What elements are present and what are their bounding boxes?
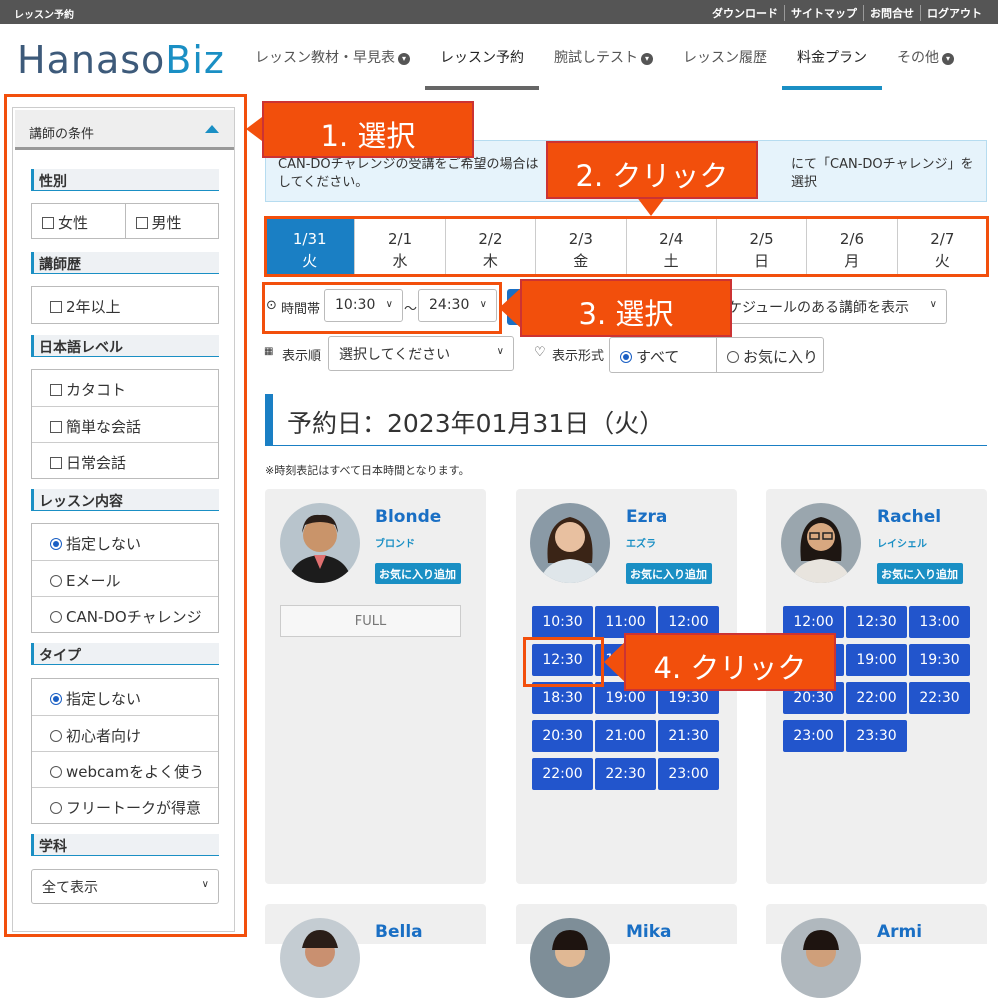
time-slot-button[interactable]: 12:30: [846, 606, 907, 638]
nav-other-label: その他: [897, 50, 939, 66]
format-all-label: すべて: [636, 348, 680, 366]
time-slot-button[interactable]: 20:30: [532, 720, 593, 752]
order-label: 表示順: [282, 349, 322, 364]
nav-history[interactable]: レッスン履歴: [668, 38, 782, 90]
nav-pricing[interactable]: 料金プラン: [782, 38, 882, 90]
annotation-box-4: [523, 637, 604, 687]
nav-materials-label: レッスン教材・早見表: [255, 50, 395, 66]
grid-icon: ▦: [264, 346, 274, 357]
time-slot-button[interactable]: 22:00: [532, 758, 593, 790]
annotation-box-1: [4, 94, 247, 937]
chevron-down-icon: ∨: [929, 299, 937, 310]
format-label: 表示形式: [552, 349, 605, 364]
annotation-box-2: [264, 216, 989, 277]
add-favorite-button[interactable]: お気に入り追加: [877, 563, 963, 584]
callout-3: 3. 選択: [520, 279, 732, 337]
time-slot-button[interactable]: 22:30: [595, 758, 656, 790]
nav-test[interactable]: 腕試しテスト ▾: [539, 38, 668, 90]
booking-date-heading: 予約日：2023年01月31日（火）: [265, 394, 987, 446]
logout-link[interactable]: ログアウト: [920, 5, 988, 21]
time-slot-button[interactable]: 23:00: [658, 758, 719, 790]
nav-lesson-booking[interactable]: レッスン予約: [425, 38, 539, 90]
teacher-avatar[interactable]: [280, 918, 360, 998]
teacher-kana: エズラ: [626, 539, 656, 550]
format-toggle: すべて お気に入り: [609, 337, 824, 373]
logo-part2: Biz: [165, 38, 225, 82]
sitemap-link[interactable]: サイトマップ: [784, 5, 863, 21]
notice-line1-right: にて「CAN-DOチャレンジ」を選択: [791, 157, 974, 190]
time-slot-button[interactable]: 13:00: [909, 606, 970, 638]
format-fav-label: お気に入り: [743, 348, 819, 366]
format-all-radio[interactable]: すべて: [610, 338, 716, 372]
teacher-name[interactable]: Bella: [375, 922, 423, 942]
annotation-box-3: [262, 282, 502, 334]
timezone-note: ※時刻表記はすべて日本時間となります。: [265, 464, 470, 477]
chevron-down-icon: ∨: [496, 346, 504, 357]
teacher-name[interactable]: Rachel: [877, 507, 941, 527]
chevron-down-icon: ▾: [641, 53, 653, 65]
time-slot-button[interactable]: 21:00: [595, 720, 656, 752]
top-bar-links: ダウンロード サイトマップ お問合せ ログアウト: [706, 5, 988, 21]
callout-4: 4. クリック: [624, 633, 836, 691]
schedule-filter-select[interactable]: ケジュールのある講師を表示 ∨: [718, 289, 947, 324]
callout-2-pointer: [636, 196, 666, 216]
teacher-name[interactable]: Armi: [877, 922, 922, 942]
order-select-value: 選択してください: [339, 347, 451, 363]
nav-lesson-booking-label: レッスン予約: [440, 50, 524, 66]
order-select[interactable]: 選択してください ∨: [328, 336, 514, 371]
schedule-filter-value: ケジュールのある講師を表示: [728, 300, 910, 316]
chevron-down-icon: ▾: [398, 53, 410, 65]
teacher-avatar[interactable]: [781, 503, 861, 583]
callout-1: 1. 選択: [262, 101, 474, 158]
time-slot-button[interactable]: 23:30: [846, 720, 907, 752]
top-bar-brand: レッスン予約: [14, 10, 74, 21]
teacher-kana: ブロンド: [375, 539, 415, 550]
add-favorite-button[interactable]: お気に入り追加: [375, 563, 461, 584]
radio-icon: [727, 351, 739, 363]
teacher-avatar[interactable]: [530, 503, 610, 583]
teacher-avatar[interactable]: [280, 503, 360, 583]
nav-other[interactable]: その他 ▾: [882, 38, 969, 90]
time-slot-button[interactable]: 21:30: [658, 720, 719, 752]
time-slot-button[interactable]: 22:00: [846, 682, 907, 714]
nav-history-label: レッスン履歴: [683, 50, 767, 66]
radio-selected-icon: [620, 351, 632, 363]
logo-part1: Hanaso: [17, 38, 166, 82]
time-slot-button[interactable]: 19:00: [846, 644, 907, 676]
format-fav-radio[interactable]: お気に入り: [716, 338, 823, 372]
full-indicator: FULL: [280, 605, 461, 637]
teacher-name[interactable]: Mika: [626, 922, 672, 942]
chevron-down-icon: ▾: [942, 53, 954, 65]
main-nav: レッスン教材・早見表 ▾ レッスン予約 腕試しテスト ▾ レッスン履歴 料金プラン …: [240, 38, 969, 90]
teacher-avatar[interactable]: [530, 918, 610, 998]
teacher-name[interactable]: Ezra: [626, 507, 667, 527]
nav-materials[interactable]: レッスン教材・早見表 ▾: [240, 38, 425, 90]
add-favorite-button[interactable]: お気に入り追加: [626, 563, 712, 584]
teacher-kana: レイシェル: [877, 539, 927, 550]
download-link[interactable]: ダウンロード: [706, 5, 784, 21]
time-slot-button[interactable]: 22:30: [909, 682, 970, 714]
callout-2: 2. クリック: [546, 141, 758, 199]
teacher-name[interactable]: Blonde: [375, 507, 441, 527]
heart-icon: ♡: [534, 345, 546, 360]
nav-pricing-label: 料金プラン: [797, 50, 867, 66]
logo[interactable]: HanasoBiz: [17, 38, 225, 82]
time-slot-button[interactable]: 10:30: [532, 606, 593, 638]
contact-link[interactable]: お問合せ: [863, 5, 920, 21]
top-bar: レッスン予約 ダウンロード サイトマップ お問合せ ログアウト: [0, 0, 998, 24]
teacher-avatar[interactable]: [781, 918, 861, 998]
time-slot-button[interactable]: 19:30: [909, 644, 970, 676]
nav-test-label: 腕試しテスト: [554, 50, 638, 66]
time-slot-button[interactable]: 23:00: [783, 720, 844, 752]
